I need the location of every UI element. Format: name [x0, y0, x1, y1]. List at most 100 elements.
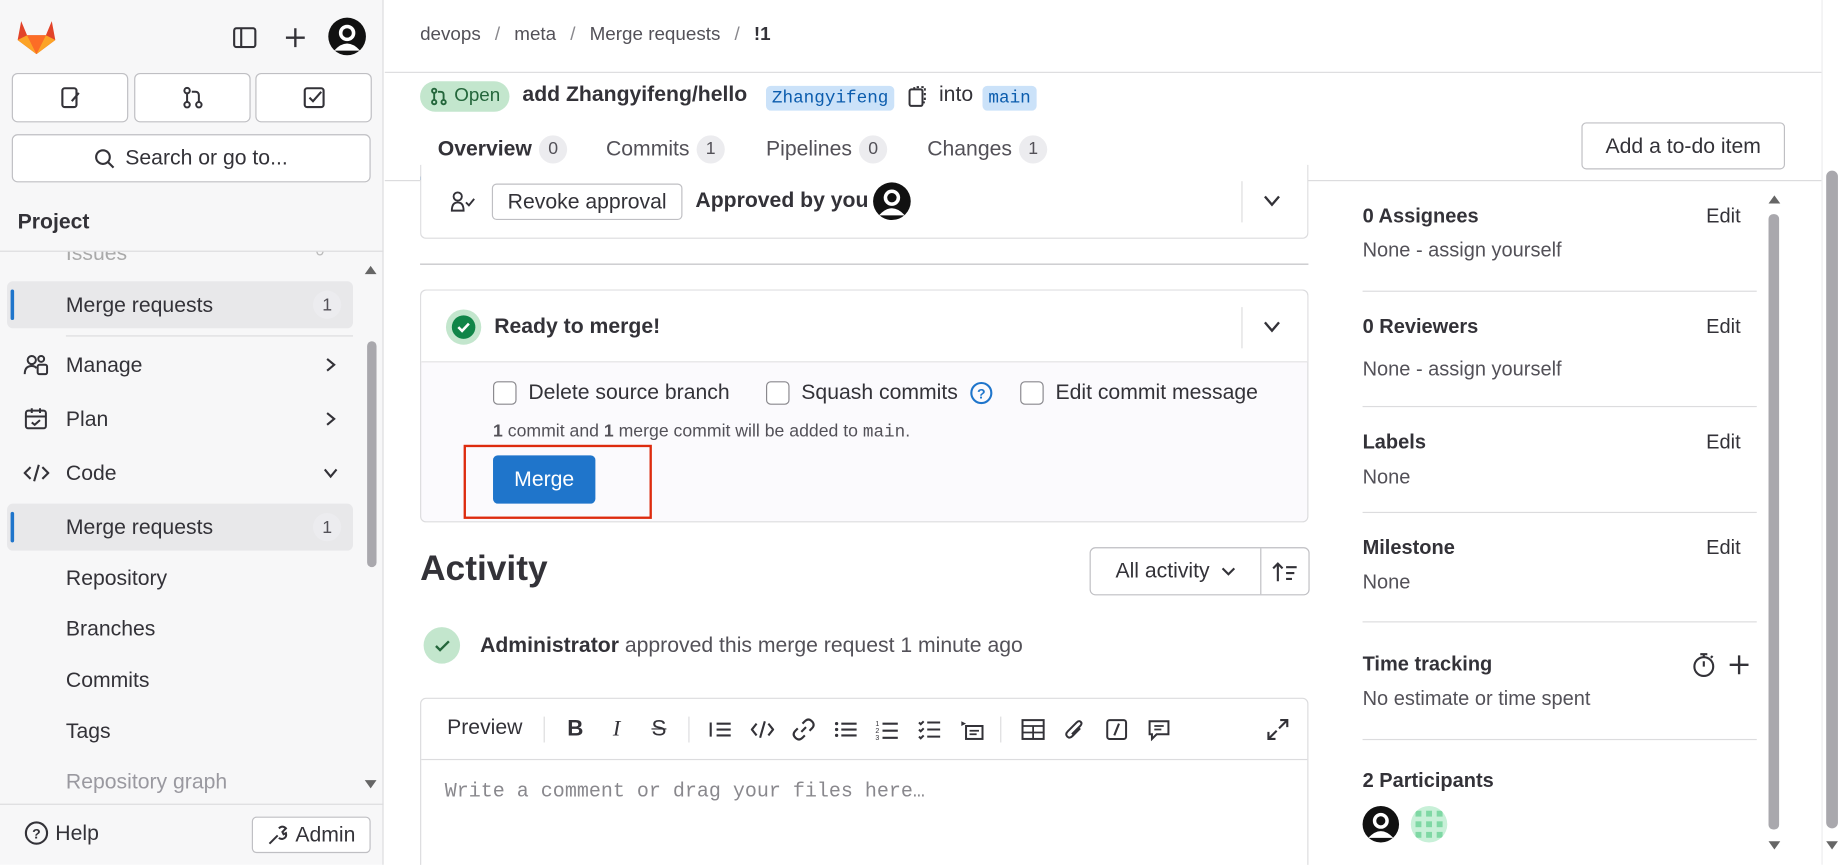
approver-avatar[interactable]	[873, 182, 911, 221]
page-scrollbar-thumb[interactable]	[1826, 170, 1838, 829]
bullet-list-icon[interactable]	[830, 713, 863, 746]
attachment-icon[interactable]	[1058, 713, 1091, 746]
time-tracking-value: No estimate or time spent	[1362, 687, 1591, 710]
help-button[interactable]: ? Help	[24, 820, 99, 846]
merge-request-icon	[431, 87, 447, 106]
merge-info: 1 commit and 1 merge commit will be adde…	[493, 421, 910, 442]
reviewers-value[interactable]: None - assign yourself	[1363, 358, 1562, 382]
plus-icon[interactable]	[279, 21, 312, 54]
collapsible-icon[interactable]	[955, 713, 988, 746]
sidebar-section-plan[interactable]: Plan	[7, 395, 353, 442]
help-icon[interactable]: ?	[970, 381, 994, 405]
sidebar-item-issues[interactable]: Issues	[66, 252, 127, 266]
admin-button[interactable]: Admin	[251, 816, 371, 854]
scroll-down-icon[interactable]	[364, 779, 378, 791]
source-branch[interactable]: Zhangyifeng	[766, 85, 895, 111]
comment-template-icon[interactable]	[1143, 713, 1176, 746]
task-list-icon[interactable]	[913, 713, 946, 746]
stopwatch-icon[interactable]	[1691, 652, 1717, 678]
activity-filter-group: All activity	[1089, 547, 1310, 596]
assignees-value[interactable]: None - assign yourself	[1363, 239, 1562, 263]
sidebar-item-repository[interactable]: Repository	[66, 566, 167, 591]
checkbox[interactable]	[493, 380, 517, 405]
sidebar-item-branches[interactable]: Branches	[66, 617, 155, 642]
sidebar-section-label: Code	[65, 460, 117, 485]
main-content: devops / meta / Merge requests / !1 Open…	[384, 0, 1845, 865]
activity-event: Administrator approved this merge reques…	[480, 633, 1023, 658]
bold-icon[interactable]: B	[559, 713, 592, 746]
status-label: Open	[454, 85, 501, 106]
breadcrumb-devops[interactable]: devops	[420, 25, 481, 46]
gitlab-logo[interactable]	[14, 14, 59, 59]
sidebar-item-merge-requests[interactable]: Merge requests 1	[7, 503, 353, 551]
sidebar-item-commits[interactable]: Commits	[66, 668, 150, 693]
strikethrough-icon[interactable]: S	[642, 713, 675, 746]
scroll-up-icon[interactable]	[364, 264, 378, 276]
sort-direction-button[interactable]	[1261, 548, 1308, 594]
commit-count: 1	[493, 421, 503, 442]
link-icon[interactable]	[787, 713, 820, 746]
sidebar-section-code[interactable]: Code	[7, 449, 353, 496]
copy-icon[interactable]	[907, 85, 928, 109]
chevron-down-icon[interactable]	[1263, 194, 1282, 207]
table-icon[interactable]	[1017, 713, 1050, 746]
breadcrumb-merge-requests[interactable]: Merge requests	[590, 25, 721, 46]
reviewers-edit-link[interactable]: Edit	[1706, 315, 1740, 339]
scroll-down-icon[interactable]	[1767, 840, 1781, 852]
squash-commits-checkbox[interactable]: Squash commits ?	[766, 380, 993, 405]
target-branch[interactable]: main	[982, 85, 1037, 111]
svg-text:?: ?	[977, 385, 986, 401]
plus-icon[interactable]	[1729, 654, 1750, 675]
sidebar-item-repository-graph[interactable]: Repository graph	[66, 770, 227, 795]
count-badge: 1	[312, 290, 342, 319]
scroll-down-icon[interactable]	[1825, 840, 1839, 852]
activity-filter-dropdown[interactable]: All activity	[1091, 548, 1262, 595]
sidebar-toggle-icon[interactable]	[228, 21, 261, 54]
preview-tab[interactable]: Preview	[447, 715, 522, 740]
sidebar-scrollbar-thumb[interactable]	[367, 341, 377, 568]
breadcrumb-meta[interactable]: meta	[514, 25, 556, 46]
chevron-down-icon[interactable]	[1263, 320, 1282, 333]
slash-command-icon[interactable]	[1100, 713, 1133, 746]
assignees-edit-link[interactable]: Edit	[1706, 205, 1740, 229]
scroll-up-icon[interactable]	[1767, 193, 1781, 205]
milestone-value: None	[1362, 570, 1411, 594]
comment-textarea[interactable]: Write a comment or drag your files here…	[445, 781, 925, 803]
code-icon[interactable]	[746, 713, 779, 746]
sidebar-section-title: Project	[17, 209, 90, 233]
italic-icon[interactable]: I	[600, 713, 633, 746]
participant-avatar[interactable]	[1362, 806, 1400, 843]
add-todo-button[interactable]: Add a to-do item	[1581, 122, 1785, 170]
sidebar-section-manage[interactable]: Manage	[7, 341, 353, 388]
milestone-edit-link[interactable]: Edit	[1706, 537, 1740, 561]
quote-icon[interactable]	[704, 713, 737, 746]
right-sidebar-scrollbar-thumb[interactable]	[1768, 214, 1780, 830]
search-input[interactable]: Search or go to...	[11, 134, 371, 183]
numbered-list-icon[interactable]: 123	[871, 713, 904, 746]
labels-edit-link[interactable]: Edit	[1706, 431, 1740, 455]
sidebar-item-merge-requests-pinned[interactable]: Merge requests 1	[7, 281, 353, 329]
issues-count: 0	[315, 252, 324, 259]
calendar-icon	[24, 408, 47, 430]
todo-quick-button[interactable]	[255, 72, 372, 123]
tab-count: 0	[538, 134, 568, 163]
sidebar-item-tags[interactable]: Tags	[66, 719, 111, 744]
participant-avatar[interactable]	[1410, 806, 1448, 843]
breadcrumb-mr-id[interactable]: !1	[754, 25, 771, 46]
merge-requests-quick-button[interactable]	[134, 72, 251, 123]
merge-request-icon	[182, 86, 202, 109]
fullscreen-icon[interactable]	[1261, 713, 1294, 746]
issues-quick-button[interactable]	[11, 72, 129, 123]
comment-editor: Preview B I S 123 Write a comment or dra…	[420, 697, 1309, 865]
revoke-approval-button[interactable]: Revoke approval	[491, 183, 683, 221]
checkbox[interactable]	[766, 380, 790, 405]
delete-source-branch-checkbox[interactable]: Delete source branch	[493, 380, 730, 405]
sidebar-item-label: Merge requests	[65, 292, 214, 316]
user-avatar[interactable]	[328, 17, 366, 56]
status-badge: Open	[420, 81, 510, 112]
edit-commit-message-checkbox[interactable]: Edit commit message	[1020, 380, 1258, 405]
count-badge: 1	[312, 513, 342, 542]
checkbox[interactable]	[1020, 380, 1044, 405]
admin-label: Admin	[295, 822, 356, 847]
event-user[interactable]: Administrator	[480, 633, 619, 657]
